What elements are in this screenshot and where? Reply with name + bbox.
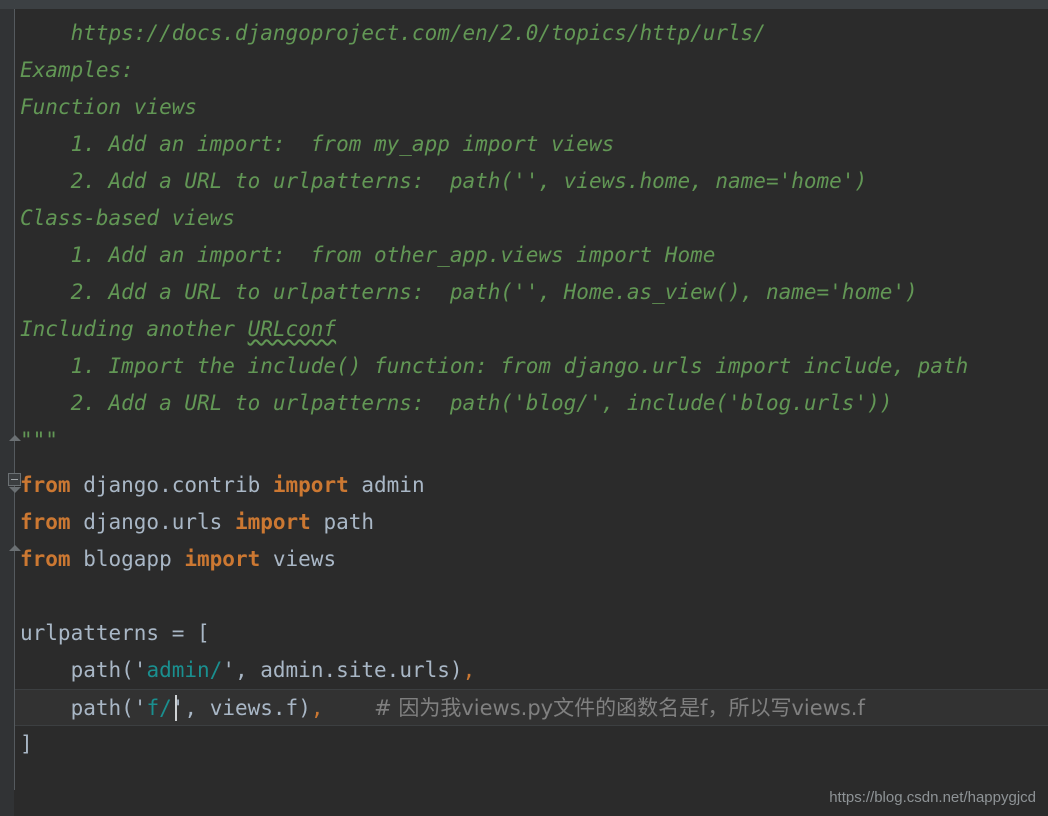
code-line-19[interactable]: path('admin/', admin.site.urls), [15, 652, 1048, 689]
imported-name: views [260, 547, 337, 571]
code-line-7[interactable]: 1. Add an import: from other_app.views i… [15, 237, 1048, 274]
string-quote-close: ' [222, 658, 235, 682]
code-line-3[interactable]: Function views [15, 89, 1048, 126]
imported-name: admin [348, 473, 425, 497]
code-line-5[interactable]: 2. Add a URL to urlpatterns: path('', vi… [15, 163, 1048, 200]
paren-close: ) [449, 658, 463, 682]
code-line-2[interactable]: Examples: [15, 52, 1048, 89]
path-call: path( [20, 696, 134, 720]
docstring-text: 1. Add an import: from my_app import vie… [20, 132, 615, 156]
imported-name: path [310, 510, 375, 534]
code-line-10[interactable]: 1. Import the include() function: from d… [15, 348, 1048, 385]
docstring-terminator: """ [20, 428, 58, 452]
code-line-15[interactable]: from django.urls import path [15, 504, 1048, 541]
spellcheck-misspelled-word: URLconf [247, 317, 337, 341]
code-line-9[interactable]: Including another URLconf [15, 311, 1048, 348]
code-line-16[interactable]: from blogapp import views [15, 541, 1048, 578]
paren-close: ) [298, 696, 311, 720]
code-line-12[interactable]: """ [15, 422, 1048, 459]
path-arguments: , views.f [184, 696, 299, 720]
path-call: path( [20, 658, 134, 682]
bracket-close: ] [20, 732, 33, 756]
docstring-text: 2. Add a URL to urlpatterns: path('blog/… [20, 391, 893, 415]
path-arguments: , admin.site.urls [234, 658, 450, 682]
string-quote-close: ' [171, 696, 185, 720]
docstring-text: 1. Import the include() function: from d… [20, 354, 969, 378]
docstring-text: 1. Add an import: from other_app.views i… [20, 243, 716, 267]
keyword-import: import [234, 510, 311, 534]
module-path: django.contrib [70, 473, 273, 497]
string-quote-open: ' [133, 696, 147, 720]
code-line-21[interactable]: ] [15, 726, 1048, 763]
code-line-1[interactable]: https://docs.djangoproject.com/en/2.0/to… [15, 15, 1048, 52]
docstring-text: Function views [20, 95, 198, 119]
urlpatterns-assignment: urlpatterns = [ [20, 621, 210, 645]
code-line-8[interactable]: 2. Add a URL to urlpatterns: path('', Ho… [15, 274, 1048, 311]
code-line-20-current[interactable]: path('f/', views.f), # 因为我views.py文件的函数名… [15, 689, 1048, 726]
watermark-url: https://blog.csdn.net/happygjcd [829, 789, 1036, 806]
string-literal-admin: admin/ [146, 658, 223, 682]
code-line-4[interactable]: 1. Add an import: from my_app import vie… [15, 126, 1048, 163]
code-line-17-blank[interactable] [15, 578, 1048, 615]
inline-comment: # 因为我views.py文件的函数名是f，所以写views.f [374, 696, 865, 720]
string-quote-open: ' [133, 658, 147, 682]
code-editor-window: https://docs.djangoproject.com/en/2.0/to… [0, 0, 1048, 816]
docstring-text: Examples: [20, 58, 134, 82]
editor-gutter[interactable] [0, 9, 14, 816]
comma: , [462, 658, 476, 682]
keyword-import: import [272, 473, 349, 497]
docstring-text: Class-based views [20, 206, 235, 230]
keyword-from: from [20, 473, 71, 497]
docstring-text: 2. Add a URL to urlpatterns: path('', Ho… [20, 280, 918, 304]
keyword-from: from [20, 510, 71, 534]
text-caret [175, 695, 177, 721]
code-line-11[interactable]: 2. Add a URL to urlpatterns: path('blog/… [15, 385, 1048, 422]
docstring-text: Including another [20, 317, 248, 341]
docstring-text: 2. Add a URL to urlpatterns: path('', vi… [20, 169, 868, 193]
keyword-from: from [20, 547, 71, 571]
module-path: blogapp [70, 547, 185, 571]
code-line-6[interactable]: Class-based views [15, 200, 1048, 237]
code-line-18[interactable]: urlpatterns = [ [15, 615, 1048, 652]
docstring-text: https://docs.djangoproject.com/en/2.0/to… [20, 21, 766, 45]
code-line-14[interactable]: from django.contrib import admin [15, 467, 1048, 504]
keyword-import: import [184, 547, 261, 571]
module-path: django.urls [70, 510, 235, 534]
comma: , [310, 696, 324, 720]
editor-text-area[interactable]: https://docs.djangoproject.com/en/2.0/to… [15, 9, 1048, 816]
window-top-bar [0, 0, 1048, 9]
string-literal-f: f/ [146, 696, 172, 720]
